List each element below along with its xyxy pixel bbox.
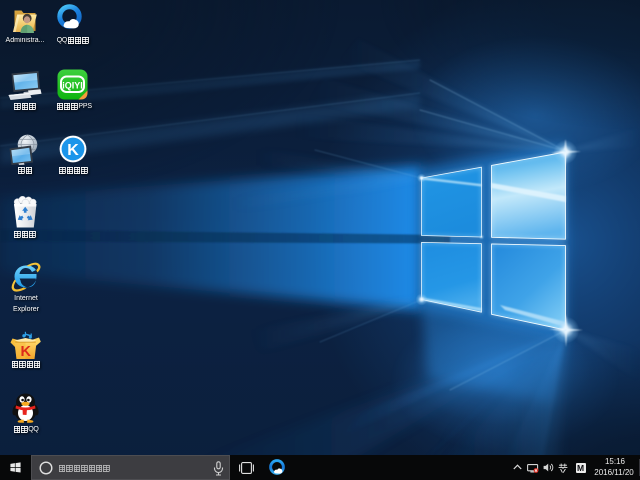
- svg-text:K: K: [21, 344, 32, 360]
- svg-text:iQIYI: iQIYI: [62, 81, 83, 91]
- svg-text:K: K: [67, 142, 79, 159]
